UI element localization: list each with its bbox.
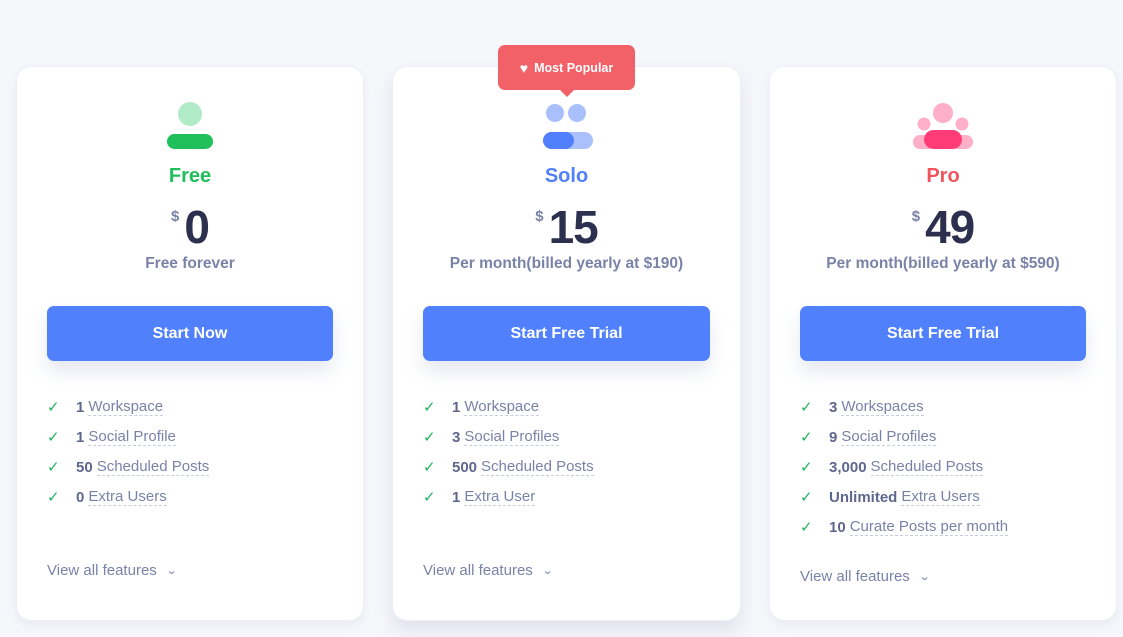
most-popular-badge: ♥ Most Popular [498,45,635,97]
price-amount: 49 [925,201,975,253]
start-free-trial-button[interactable]: Start Free Trial [800,306,1086,361]
feature-count: 1 [76,428,85,446]
feature-count: 3,000 [829,458,867,476]
chevron-down-icon: ⌄ [918,571,931,583]
check-icon: ✓ [800,429,813,446]
feature-item: ✓ 10 Curate Posts per month [800,512,1096,542]
feature-item: ✓ 9 Social Profiles [800,422,1096,452]
billing-period: Free forever [145,255,235,272]
check-icon: ✓ [423,429,436,446]
feature-count: 1 [452,488,461,506]
check-icon: ✓ [800,489,813,506]
feature-label[interactable]: Workspace [464,398,540,416]
feature-label[interactable]: Scheduled Posts [96,458,210,476]
view-all-features-link[interactable]: View all features ⌄ [800,568,931,585]
feature-item: ✓ 3 Workspaces [800,392,1096,422]
feature-item: ✓ 3 Social Profiles [423,422,720,452]
check-icon: ✓ [47,489,60,506]
heart-icon: ♥ [519,59,529,76]
view-all-features-label: View all features [800,568,910,585]
feature-item: ✓ 500 Scheduled Posts [423,452,720,482]
feature-count: Unlimited [829,488,898,506]
feature-label[interactable]: Social Profiles [841,428,937,446]
check-icon: ✓ [800,519,813,536]
view-all-features-link[interactable]: View all features ⌄ [47,562,178,579]
check-icon: ✓ [47,429,60,446]
chevron-down-icon: ⌄ [165,565,178,577]
price-amount: 0 [184,201,210,253]
pricing-section: Free $0 Free forever Start Now ✓ 1 Workspa… [0,0,1123,637]
feature-item: ✓ 1 Workspace [423,392,720,422]
plan-name: Solo [544,165,589,187]
feature-list: ✓ 1 Workspace ✓ 1 Social Profile ✓ 50 Schedule… [47,392,343,512]
feature-count: 500 [452,458,478,476]
view-all-features-label: View all features [423,562,533,579]
feature-item: ✓ 1 Social Profile [47,422,343,452]
check-icon: ✓ [423,459,436,476]
feature-item: ✓ 3,000 Scheduled Posts [800,452,1096,482]
feature-count: 1 [452,398,461,416]
two-users-icon [393,102,740,152]
plan-name: Free [168,165,212,187]
feature-label[interactable]: Workspace [88,398,164,416]
check-icon: ✓ [800,399,813,416]
plan-price: $15 [393,200,740,254]
feature-label[interactable]: Extra User [464,488,536,506]
view-all-features-link[interactable]: View all features ⌄ [423,562,554,579]
feature-count: 1 [76,398,85,416]
check-icon: ✓ [47,459,60,476]
feature-count: 50 [76,458,93,476]
check-icon: ✓ [423,489,436,506]
plan-card-solo: ♥ Most Popular Solo $15 Per month(billed… [393,45,740,620]
feature-label[interactable]: Social Profiles [464,428,560,446]
feature-label[interactable]: Social Profile [88,428,176,446]
feature-item: ✓ 1 Workspace [47,392,343,422]
feature-label[interactable]: Scheduled Posts [870,458,984,476]
feature-item: ✓ 0 Extra Users [47,482,343,512]
feature-item: ✓ Unlimited Extra Users [800,482,1096,512]
feature-label[interactable]: Extra Users [88,488,167,506]
check-icon: ✓ [423,399,436,416]
check-icon: ✓ [47,399,60,416]
feature-label[interactable]: Scheduled Posts [481,458,594,476]
feature-count: 10 [829,518,846,536]
feature-count: 0 [76,488,85,506]
currency-symbol: $ [911,208,921,225]
view-all-features-label: View all features [47,562,157,579]
feature-list: ✓ 3 Workspaces ✓ 9 Social Profiles ✓ 3,000 Sch… [800,392,1096,542]
feature-label[interactable]: Extra Users [901,488,980,506]
plan-price: $49 [770,200,1116,254]
badge-label: Most Popular [534,60,614,75]
start-free-trial-button[interactable]: Start Free Trial [423,306,710,361]
feature-count: 3 [829,398,838,416]
team-icon [770,102,1116,152]
plan-card-pro: Pro $49 Per month(billed yearly at $590)… [770,67,1116,620]
plan-price: $0 [17,200,363,254]
feature-label[interactable]: Curate Posts per month [849,518,1009,536]
feature-count: 9 [829,428,838,446]
plan-name: Pro [926,165,960,187]
start-now-button[interactable]: Start Now [47,306,333,361]
billing-period: Per month(billed yearly at $190) [449,255,684,272]
plan-card-free: Free $0 Free forever Start Now ✓ 1 Workspa… [17,67,363,620]
price-amount: 15 [548,201,599,253]
check-icon: ✓ [800,459,813,476]
feature-count: 3 [452,428,461,446]
currency-symbol: $ [535,208,544,225]
feature-label[interactable]: Workspaces [841,398,924,416]
single-user-icon [17,102,363,152]
billing-period: Per month(billed yearly at $590) [826,255,1060,272]
chevron-down-icon: ⌄ [541,565,554,577]
feature-item: ✓ 50 Scheduled Posts [47,452,343,482]
feature-list: ✓ 1 Workspace ✓ 3 Social Profiles ✓ 500 Schedu… [423,392,720,512]
feature-item: ✓ 1 Extra User [423,482,720,512]
currency-symbol: $ [171,208,180,225]
